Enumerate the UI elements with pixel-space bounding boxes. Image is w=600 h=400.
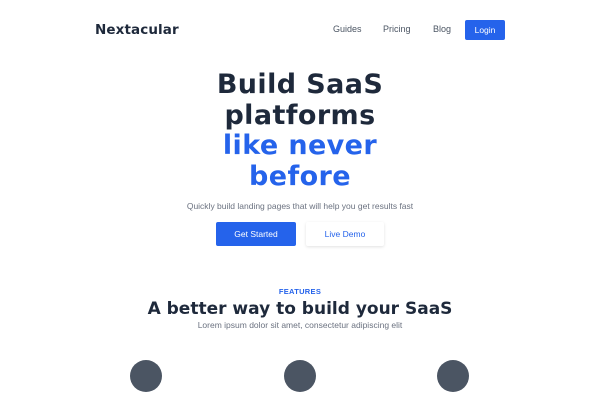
feature-icon-3 (437, 360, 469, 392)
hero-subtitle: Quickly build landing pages that will he… (186, 201, 414, 211)
nav-link-pricing[interactable]: Pricing (383, 24, 411, 34)
hero-title-line: platforms (224, 99, 376, 131)
features-title: A better way to build your SaaS (147, 299, 453, 319)
hero-title: Build SaaS platforms like never before (0, 69, 600, 192)
feature-icon-2 (284, 360, 316, 392)
hero-title-line: Build SaaS (216, 69, 384, 100)
brand-logo[interactable]: Nextacular (95, 22, 179, 38)
get-started-button[interactable]: Get Started (216, 222, 296, 246)
features-label: FEATURES (278, 287, 322, 296)
features-subtitle: Lorem ipsum dolor sit amet, consectetur … (197, 320, 403, 330)
live-demo-button[interactable]: Live Demo (306, 222, 384, 246)
nav-link-blog[interactable]: Blog (433, 24, 451, 34)
hero-highlight-line: like never (222, 130, 378, 161)
feature-icon-1 (130, 360, 162, 392)
login-button[interactable]: Login (465, 20, 505, 40)
hero-highlight-line: before (249, 160, 351, 192)
site-header: Nextacular Guides Pricing Blog Login (0, 0, 600, 60)
nav-link-guides[interactable]: Guides (333, 24, 362, 34)
